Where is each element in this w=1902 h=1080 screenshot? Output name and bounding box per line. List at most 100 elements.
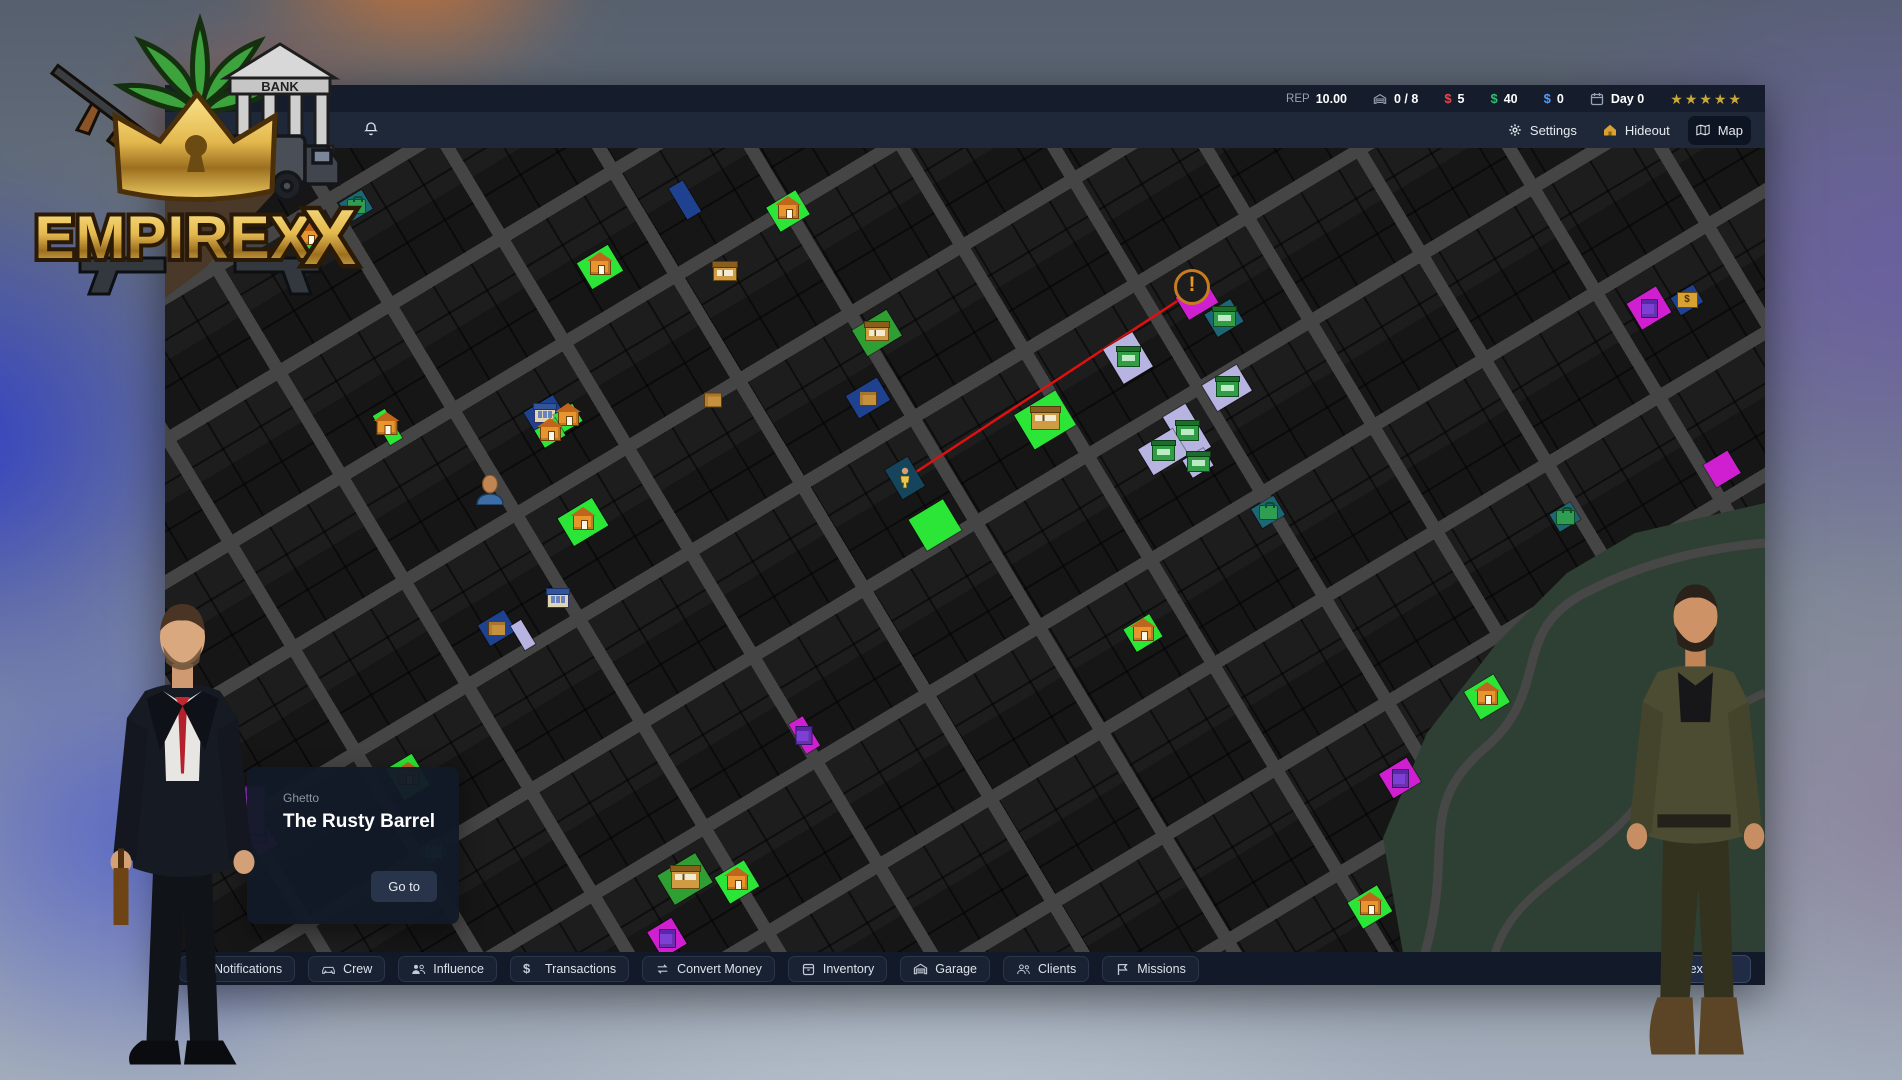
map-marker-npc[interactable] [473, 475, 507, 505]
map-marker-building[interactable] [517, 621, 529, 649]
map-marker-bank[interactable]: $ [1674, 290, 1700, 310]
map-marker-bar[interactable] [663, 862, 707, 896]
map-marker-house[interactable] [563, 506, 603, 538]
bank-sign-text: BANK [261, 79, 299, 94]
map-marker-pub[interactable] [653, 923, 681, 952]
reputation-stat: REP 10.00 [1286, 92, 1347, 106]
menu-bar: Settings Hideout Map [165, 112, 1765, 148]
map-marker-pub[interactable] [1384, 764, 1416, 792]
map-marker-bank2[interactable] [547, 592, 569, 608]
map-marker-player[interactable] [892, 461, 918, 495]
map-marker-house[interactable] [1353, 892, 1387, 922]
map-marker-shop2[interactable] [1209, 305, 1239, 331]
crate-icon [704, 393, 722, 408]
map-marker-house[interactable] [720, 867, 754, 897]
gear-icon [1508, 123, 1523, 137]
map-marker-bar[interactable] [1021, 400, 1069, 440]
pub-icon [796, 726, 813, 745]
bank-money-icon: $ [1544, 91, 1551, 106]
map-marker-shop2[interactable] [1207, 373, 1247, 403]
map-marker-building[interactable] [677, 182, 693, 218]
house-icon [778, 204, 799, 219]
missions-button[interactable]: Missions [1102, 956, 1199, 982]
button-label: Missions [1137, 962, 1186, 976]
map-marker-building[interactable] [915, 507, 955, 543]
map-marker-shop2[interactable] [1111, 338, 1145, 378]
dollar-icon: $ [523, 962, 538, 976]
button-label: Garage [935, 962, 977, 976]
crate-icon [859, 391, 877, 406]
map-marker-house[interactable] [538, 423, 562, 443]
dirty-money-value: 5 [1458, 92, 1465, 106]
people-icon [411, 962, 426, 976]
hideout-label: Hideout [1625, 123, 1670, 138]
briefcase-icon [1259, 505, 1278, 520]
map-marker-house[interactable] [377, 410, 398, 444]
go-to-button[interactable]: Go to [371, 871, 437, 902]
map-marker-house[interactable] [582, 252, 618, 282]
green-store-icon [1216, 380, 1239, 397]
map-marker-shop2[interactable] [1186, 453, 1210, 473]
green-store-icon [1117, 350, 1140, 367]
crew-button[interactable]: Crew [308, 956, 385, 982]
stats-bar: REP 10.00 0 / 8 $ 5 $ 40 $ 0 Day 0 ★★★★★ [165, 85, 1765, 112]
flag-icon [1115, 962, 1130, 976]
transactions-button[interactable]: $Transactions [510, 956, 629, 982]
building-footprint [1703, 451, 1740, 488]
hideout-button[interactable]: Hideout [1595, 116, 1678, 145]
map-marker-crate[interactable] [482, 616, 512, 640]
green-store-icon [1152, 444, 1175, 461]
button-label: Convert Money [677, 962, 762, 976]
star-icon: ★ [1728, 92, 1741, 106]
map-marker-crate[interactable] [850, 385, 886, 411]
map-marker-shop[interactable] [713, 265, 737, 281]
calendar-icon [1590, 92, 1605, 106]
clients-icon [1016, 962, 1031, 976]
clients-button[interactable]: Clients [1003, 956, 1089, 982]
map-marker-house[interactable] [1470, 681, 1504, 713]
pub-icon [659, 929, 676, 948]
character-boss [70, 553, 295, 1080]
map-marker-briefcase[interactable] [1255, 501, 1281, 523]
map-marker-pub[interactable] [1632, 293, 1666, 323]
dirty-money-stat: $ 5 [1444, 91, 1464, 106]
map-marker-shop[interactable] [857, 318, 897, 348]
crate-icon [488, 621, 506, 636]
map-label: Map [1718, 123, 1743, 138]
logo-wordmark: EMPIREX [34, 204, 311, 271]
house-icon [1360, 900, 1381, 915]
house-icon [573, 515, 594, 530]
garage-button[interactable]: Garage [900, 956, 990, 982]
button-label: Influence [433, 962, 484, 976]
tooltip-district: Ghetto [283, 791, 459, 805]
bottom-bar: NotificationsCrewInfluence$TransactionsC… [165, 952, 1765, 985]
tooltip-location-name: The Rusty Barrel [283, 811, 459, 833]
house-icon [540, 426, 561, 441]
day-stat: Day 0 [1590, 92, 1644, 106]
pub-icon [1641, 299, 1658, 318]
influence-button[interactable]: Influence [398, 956, 497, 982]
settings-button[interactable]: Settings [1500, 116, 1585, 145]
hideout-house-icon [1603, 123, 1618, 137]
map-marker-excl[interactable]: ! [1174, 269, 1210, 305]
map-marker-house[interactable] [771, 197, 805, 225]
map-marker-briefcase[interactable] [1553, 507, 1577, 527]
map-marker-crate[interactable] [704, 393, 722, 408]
house-icon [590, 260, 611, 275]
settings-label: Settings [1530, 123, 1577, 138]
inventory-button[interactable]: Inventory [788, 956, 887, 982]
exclamation-marker-icon: ! [1174, 269, 1210, 305]
map-icon [1696, 123, 1711, 137]
star-icon: ★ [1670, 92, 1683, 106]
map-marker-building[interactable] [1708, 456, 1736, 482]
map-marker-house[interactable] [1128, 620, 1158, 646]
car-icon [321, 962, 336, 976]
bar-icon [1031, 410, 1060, 430]
empirex-logo: BANK [25, 6, 375, 301]
map-button[interactable]: Map [1688, 116, 1751, 145]
convert-money-button[interactable]: Convert Money [642, 956, 775, 982]
bank-icon: $ [1677, 292, 1698, 308]
clean-money-value: 40 [1504, 92, 1518, 106]
map-marker-shop2[interactable] [1143, 437, 1183, 467]
map-marker-pub[interactable] [796, 718, 813, 752]
